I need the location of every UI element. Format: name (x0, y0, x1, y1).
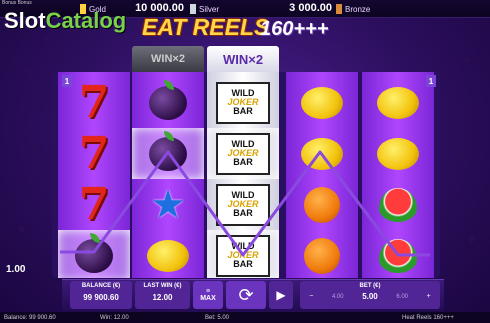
orange-icon (304, 186, 340, 223)
wild-joker-icon: WILD JOKER BAR (216, 132, 270, 175)
logo-small-text: Bonus Bonus (2, 0, 32, 6)
reel5-cell2 (362, 128, 434, 179)
jackpot-silver-name: Silver (199, 4, 220, 14)
jackpot-bronze: Bronze (336, 2, 466, 16)
reel3-multiplier: WIN×2 (207, 46, 279, 72)
bronze-marker-icon (336, 4, 342, 14)
reel-5 (362, 72, 434, 278)
game-title-number: 160+++ (260, 18, 329, 40)
reel4-cell3 (286, 179, 358, 230)
plum-icon (149, 79, 187, 120)
lemon-icon (301, 137, 343, 170)
reel4-cell4 (286, 230, 358, 278)
bet-label: BET (€) (359, 283, 381, 289)
spin-arrows-icon: ⟳ (238, 284, 254, 305)
balance-value: 99 900.60 (83, 293, 119, 302)
bet-next-value[interactable]: 6.00 (396, 294, 408, 300)
reel3-cell4: WILD JOKER BAR (207, 230, 279, 278)
orange-icon (304, 237, 340, 274)
bet-increase-button[interactable]: + (427, 293, 431, 300)
reel2-cell2 (132, 128, 204, 179)
lemon-icon (377, 137, 419, 170)
game-title: EAT REELS (142, 14, 270, 40)
reel3-cell3: WILD JOKER BAR (207, 179, 279, 230)
seven-icon: 7 (78, 179, 110, 230)
bet-current-value: 5.00 (362, 292, 378, 301)
balance-label: BALANCE (€) (81, 283, 121, 289)
seven-icon: 7 (78, 128, 110, 179)
logo-catalog: Catalog (45, 8, 127, 33)
reel2-multiplier: WIN×2 (132, 46, 204, 72)
last-win-value: 12.00 (152, 293, 173, 302)
max-bet-button[interactable]: ≡ MAX (193, 281, 223, 309)
bet-selector: BET (€) − 4.00 5.00 6.00 + (300, 281, 440, 309)
wild-joker-icon: WILD JOKER BAR (216, 81, 270, 124)
line-marker-left: 1 (62, 75, 72, 87)
status-bar: Balance: 99 900.60 Win: 12.00 Bet: 5.00 … (0, 312, 490, 323)
reel-3: WILD JOKER BAR WILD JOKER BAR WILD JOKER BAR W… (207, 72, 279, 278)
slotcatalog-logo: SlotCatalog (4, 8, 126, 34)
line-marker-right: 1 (426, 75, 436, 87)
reel1-cell2: 7 (58, 128, 130, 179)
lemon-icon (301, 86, 343, 119)
lemon-icon (377, 86, 419, 119)
jackpot-bronze-name: Bronze (345, 4, 371, 14)
reel2-cell3: ★ (132, 179, 204, 230)
wild-joker-icon: WILD JOKER BAR (216, 234, 270, 277)
bet-prev-value[interactable]: 4.00 (332, 294, 344, 300)
line-win-amount: 1.00 (6, 264, 26, 275)
plum-icon (149, 130, 187, 171)
status-win: Win: 12.00 (100, 314, 129, 321)
reel4-cell2 (286, 128, 358, 179)
seven-icon: 7 (78, 77, 110, 128)
spin-button[interactable]: ⟳ (226, 281, 266, 309)
jackpot-silver-amount: 3 000.00 (289, 2, 332, 14)
max-label: MAX (200, 295, 216, 302)
reel5-cell1 (362, 77, 434, 128)
bet-decrease-button[interactable]: − (309, 293, 313, 300)
reel5-cell3 (362, 179, 434, 230)
coins-icon: ≡ (205, 288, 211, 295)
logo-slot: Slot (4, 8, 46, 33)
reel-2: ★ (132, 72, 204, 278)
reel3-cell1: WILD JOKER BAR (207, 77, 279, 128)
reel1-cell3: 7 (58, 179, 130, 230)
watermelon-icon (379, 238, 417, 273)
reel2-cell1 (132, 77, 204, 128)
reel4-cell1 (286, 77, 358, 128)
star-icon: ★ (150, 182, 186, 227)
status-balance: Balance: 99 900.60 (4, 314, 56, 321)
reel1-cell4 (58, 230, 130, 278)
wild-joker-icon: WILD JOKER BAR (216, 183, 270, 226)
silver-marker-icon (190, 4, 196, 14)
reel2-cell4 (132, 230, 204, 278)
last-win-display: LAST WIN (€) 12.00 (135, 281, 190, 309)
jackpot-gold-amount: 10 000.00 (135, 2, 184, 14)
balance-display: BALANCE (€) 99 900.60 (70, 281, 132, 309)
reel5-cell4 (362, 230, 434, 278)
reel-4 (286, 72, 358, 278)
reel-1: 7 7 7 (58, 72, 130, 278)
play-icon: ▶ (276, 288, 286, 302)
watermelon-icon (379, 187, 417, 222)
reel3-cell2: WILD JOKER BAR (207, 128, 279, 179)
lemon-icon (147, 239, 189, 272)
status-game: Heat Reels 160+++ (402, 314, 454, 321)
plum-icon (75, 232, 113, 273)
autoplay-button[interactable]: ▶ (269, 281, 293, 309)
status-bet: Bet: 5.00 (205, 314, 230, 321)
last-win-label: LAST WIN (€) (143, 283, 182, 289)
